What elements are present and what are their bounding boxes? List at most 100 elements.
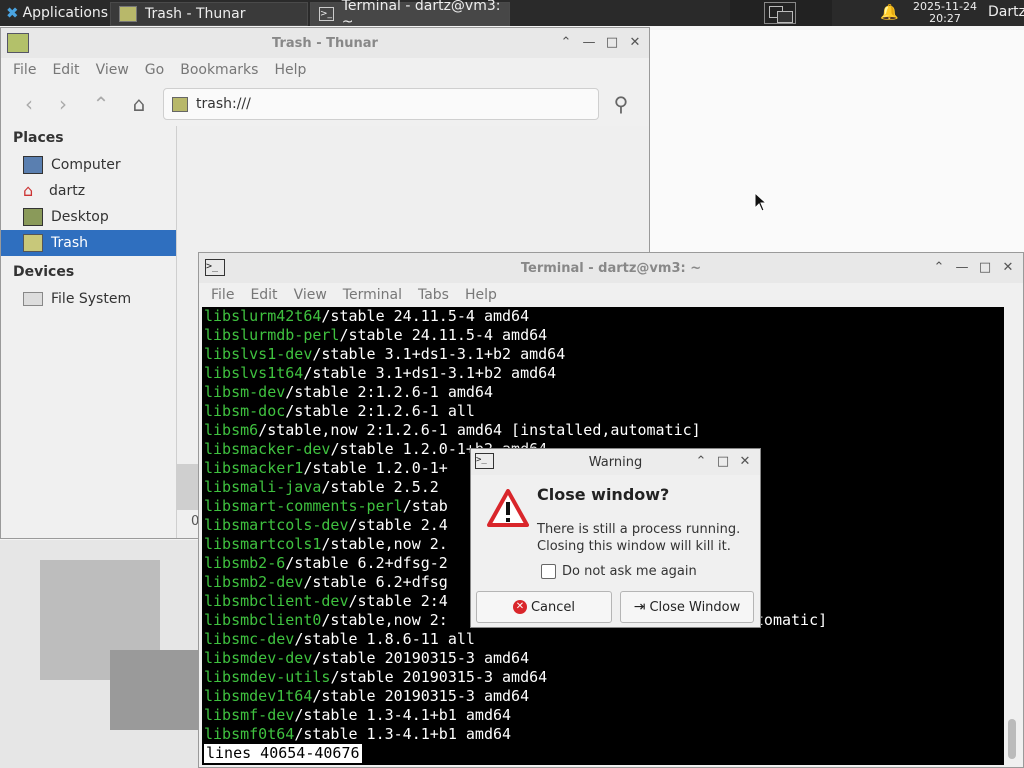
terminal-icon: >_ [319,6,334,21]
sidebar-item-computer[interactable]: Computer [1,152,176,178]
menu-bookmarks[interactable]: Bookmarks [172,62,266,78]
menu-view[interactable]: View [286,287,335,303]
task-terminal[interactable]: >_ Terminal - dartz@vm3: ~ [310,0,510,30]
package-name: libsmc-dev [204,630,295,648]
package-name: libsmf-dev [204,706,295,724]
terminal-line: libslurm42t64/stable 24.11.5-4 amd64 [202,307,1004,326]
checkbox-label: Do not ask me again [562,564,697,579]
up-arrow-icon[interactable]: ⌃ [89,92,113,116]
menu-edit[interactable]: Edit [44,62,87,78]
menu-help[interactable]: Help [457,287,505,303]
terminal-line: libsmdev1t64/stable 20190315-3 amd64 [202,687,1004,706]
package-name: libsmacker-dev [204,440,331,458]
checkbox-box[interactable] [541,564,556,579]
package-name: libsm6 [204,421,259,439]
package-details: /stable 1.3-4.1+b1 amd64 [294,725,512,743]
workspace-1[interactable] [764,2,796,24]
sidebar-item-label: Computer [51,157,121,173]
thunar-titlebar[interactable]: Trash - Thunar ⌃ — □ ✕ [1,28,649,58]
package-name: libslurmdb-perl [204,326,340,344]
exit-icon: ⇥ [633,599,646,615]
package-name: libsmbclient0 [204,611,322,629]
package-details: /stable 24.11.5-4 amd64 [321,307,530,325]
applications-menu-button[interactable]: ✖ Applications ☰ [0,0,123,26]
wallpaper-shape [650,30,1024,252]
task-thunar[interactable]: Trash - Thunar [110,1,308,26]
package-name: libsmf0t64 [204,725,295,743]
window-title: Terminal - dartz@vm3: ~ [520,260,702,276]
forward-arrow-icon[interactable]: › [51,92,75,116]
package-details: /stable,now 2:1.2.6-1 amd64 [installed,a… [258,421,701,439]
drive-icon [23,292,43,306]
menu-view[interactable]: View [88,62,137,78]
search-icon[interactable]: ⚲ [609,92,633,116]
window-title: Trash - Thunar [272,35,378,51]
maximize-button[interactable]: □ [977,260,993,276]
workspace-switcher[interactable] [730,0,832,26]
cancel-button[interactable]: ✕ Cancel [476,591,612,623]
close-button[interactable]: ✕ [737,454,753,470]
package-name: libslurm42t64 [204,307,322,325]
location-bar[interactable]: trash:/// [163,88,599,120]
package-details: /stable 3.1+ds1-3.1+b2 amd64 [312,345,566,363]
terminal-line: libsmf0t64/stable 1.3-4.1+b1 amd64 [202,725,1004,744]
dialog-heading: Close window? [537,485,670,504]
sidebar-item-desktop[interactable]: Desktop [1,204,176,230]
clock[interactable]: 2025-11-24 20:27 [908,1,982,25]
dialog-titlebar[interactable]: >_ Warning ⌃ □ ✕ [471,449,760,475]
scrollbar-thumb[interactable] [1008,719,1016,759]
package-details: /stable 20190315-3 amd64 [330,668,548,686]
sidebar-item-file-system[interactable]: File System [1,286,176,312]
close-window-button[interactable]: ⇥ Close Window [620,591,754,623]
package-name: libsmb2-dev [204,573,304,591]
scrollbar[interactable] [177,464,199,510]
menu-help[interactable]: Help [266,62,314,78]
sidebar-item-dartz[interactable]: ⌂ dartz [1,178,176,204]
desktop-icon [23,208,43,226]
terminal-titlebar[interactable]: >_ Terminal - dartz@vm3: ~ ⌃ — □ ✕ [199,253,1023,283]
close-button[interactable]: ✕ [627,35,643,51]
xfce-logo-icon: ✖ [6,4,19,22]
shade-button[interactable]: ⌃ [693,454,709,470]
home-icon[interactable]: ⌂ [127,92,151,116]
sidebar-item-label: dartz [49,183,86,199]
devices-header: Devices [13,264,75,280]
package-details: /stable 20190315-3 amd64 [312,687,530,705]
applications-label: Applications [22,5,109,21]
location-text: trash:/// [196,96,251,112]
terminal-line: libsmdev-utils/stable 20190315-3 amd64 [202,668,1004,687]
minimize-button[interactable]: — [954,260,970,276]
notification-bell-icon[interactable]: 🔔 [880,3,899,23]
menu-go[interactable]: Go [137,62,172,78]
shade-button[interactable]: ⌃ [558,35,574,51]
sidebar-item-label: Trash [51,235,88,251]
do-not-ask-checkbox[interactable]: Do not ask me again [541,564,697,579]
package-name: libsm-dev [204,383,286,401]
terminal-line: libsmdev-dev/stable 20190315-3 amd64 [202,649,1004,668]
menu-tabs[interactable]: Tabs [410,287,457,303]
shade-button[interactable]: ⌃ [931,260,947,276]
package-name: libsmartcols1 [204,535,322,553]
user-menu-button[interactable]: Dartz [988,4,1024,20]
thunar-toolbar: ‹ › ⌃ ⌂ trash:/// ⚲ [1,82,649,126]
cancel-icon: ✕ [512,600,527,614]
task-label: Trash - Thunar [145,5,246,22]
package-details: /stable 24.11.5-4 amd64 [339,326,548,344]
back-arrow-icon[interactable]: ‹ [17,92,41,116]
menu-edit[interactable]: Edit [242,287,285,303]
maximize-button[interactable]: □ [715,454,731,470]
terminal-line: libsm-dev/stable 2:1.2.6-1 amd64 [202,383,1004,402]
menu-file[interactable]: File [203,287,242,303]
home-icon: ⌂ [23,181,34,200]
maximize-button[interactable]: □ [604,35,620,51]
terminal-scrollbar[interactable] [1004,307,1020,765]
minimize-button[interactable]: — [581,35,597,51]
sidebar-item-trash[interactable]: Trash [1,230,176,256]
package-details: /stable,now 2. [321,535,448,553]
package-details: /stable 2.5.2 [321,478,439,496]
terminal-line: libsm-doc/stable 2:1.2.6-1 all [202,402,1004,421]
menu-file[interactable]: File [5,62,44,78]
menu-terminal[interactable]: Terminal [335,287,410,303]
mouse-cursor-icon [754,192,768,212]
close-button[interactable]: ✕ [1000,260,1016,276]
